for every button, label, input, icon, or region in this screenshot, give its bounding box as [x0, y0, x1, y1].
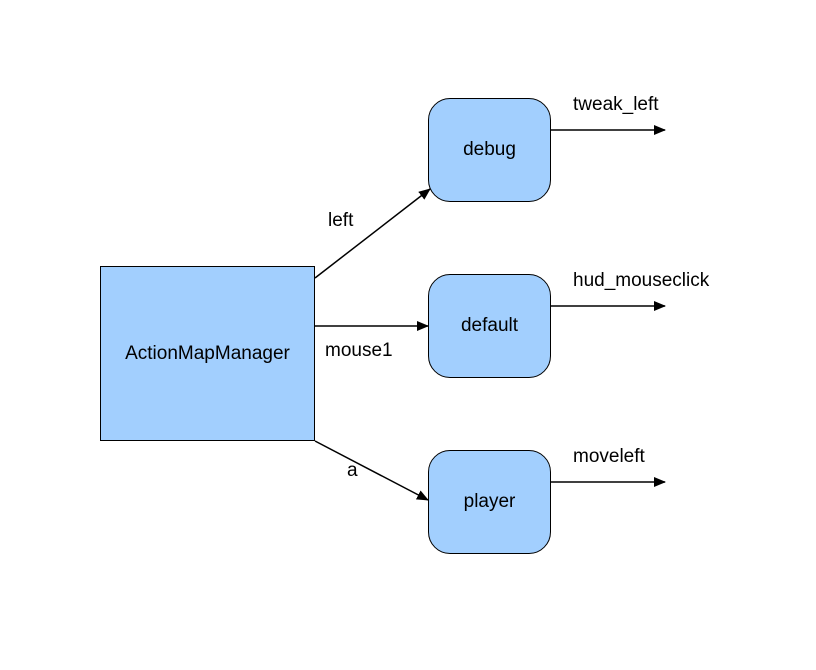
node-default: default	[428, 274, 551, 378]
edge-label-mouse1: mouse1	[325, 340, 393, 362]
node-debug-label: debug	[463, 139, 516, 161]
edge-label-a: a	[347, 460, 358, 482]
output-label-moveleft: moveleft	[573, 446, 645, 468]
output-label-hud-mouseclick: hud_mouseclick	[573, 270, 709, 292]
arrow-manager-to-player	[315, 441, 428, 500]
node-player-label: player	[464, 491, 516, 513]
diagram-canvas: ActionMapManager debug default player le…	[0, 0, 816, 670]
output-label-tweak-left: tweak_left	[573, 94, 659, 116]
node-player: player	[428, 450, 551, 554]
node-actionmapmanager-label: ActionMapManager	[125, 343, 290, 365]
node-default-label: default	[461, 315, 518, 337]
arrow-manager-to-debug	[315, 189, 430, 278]
node-actionmapmanager: ActionMapManager	[100, 266, 315, 441]
node-debug: debug	[428, 98, 551, 202]
edge-label-left: left	[328, 210, 353, 232]
